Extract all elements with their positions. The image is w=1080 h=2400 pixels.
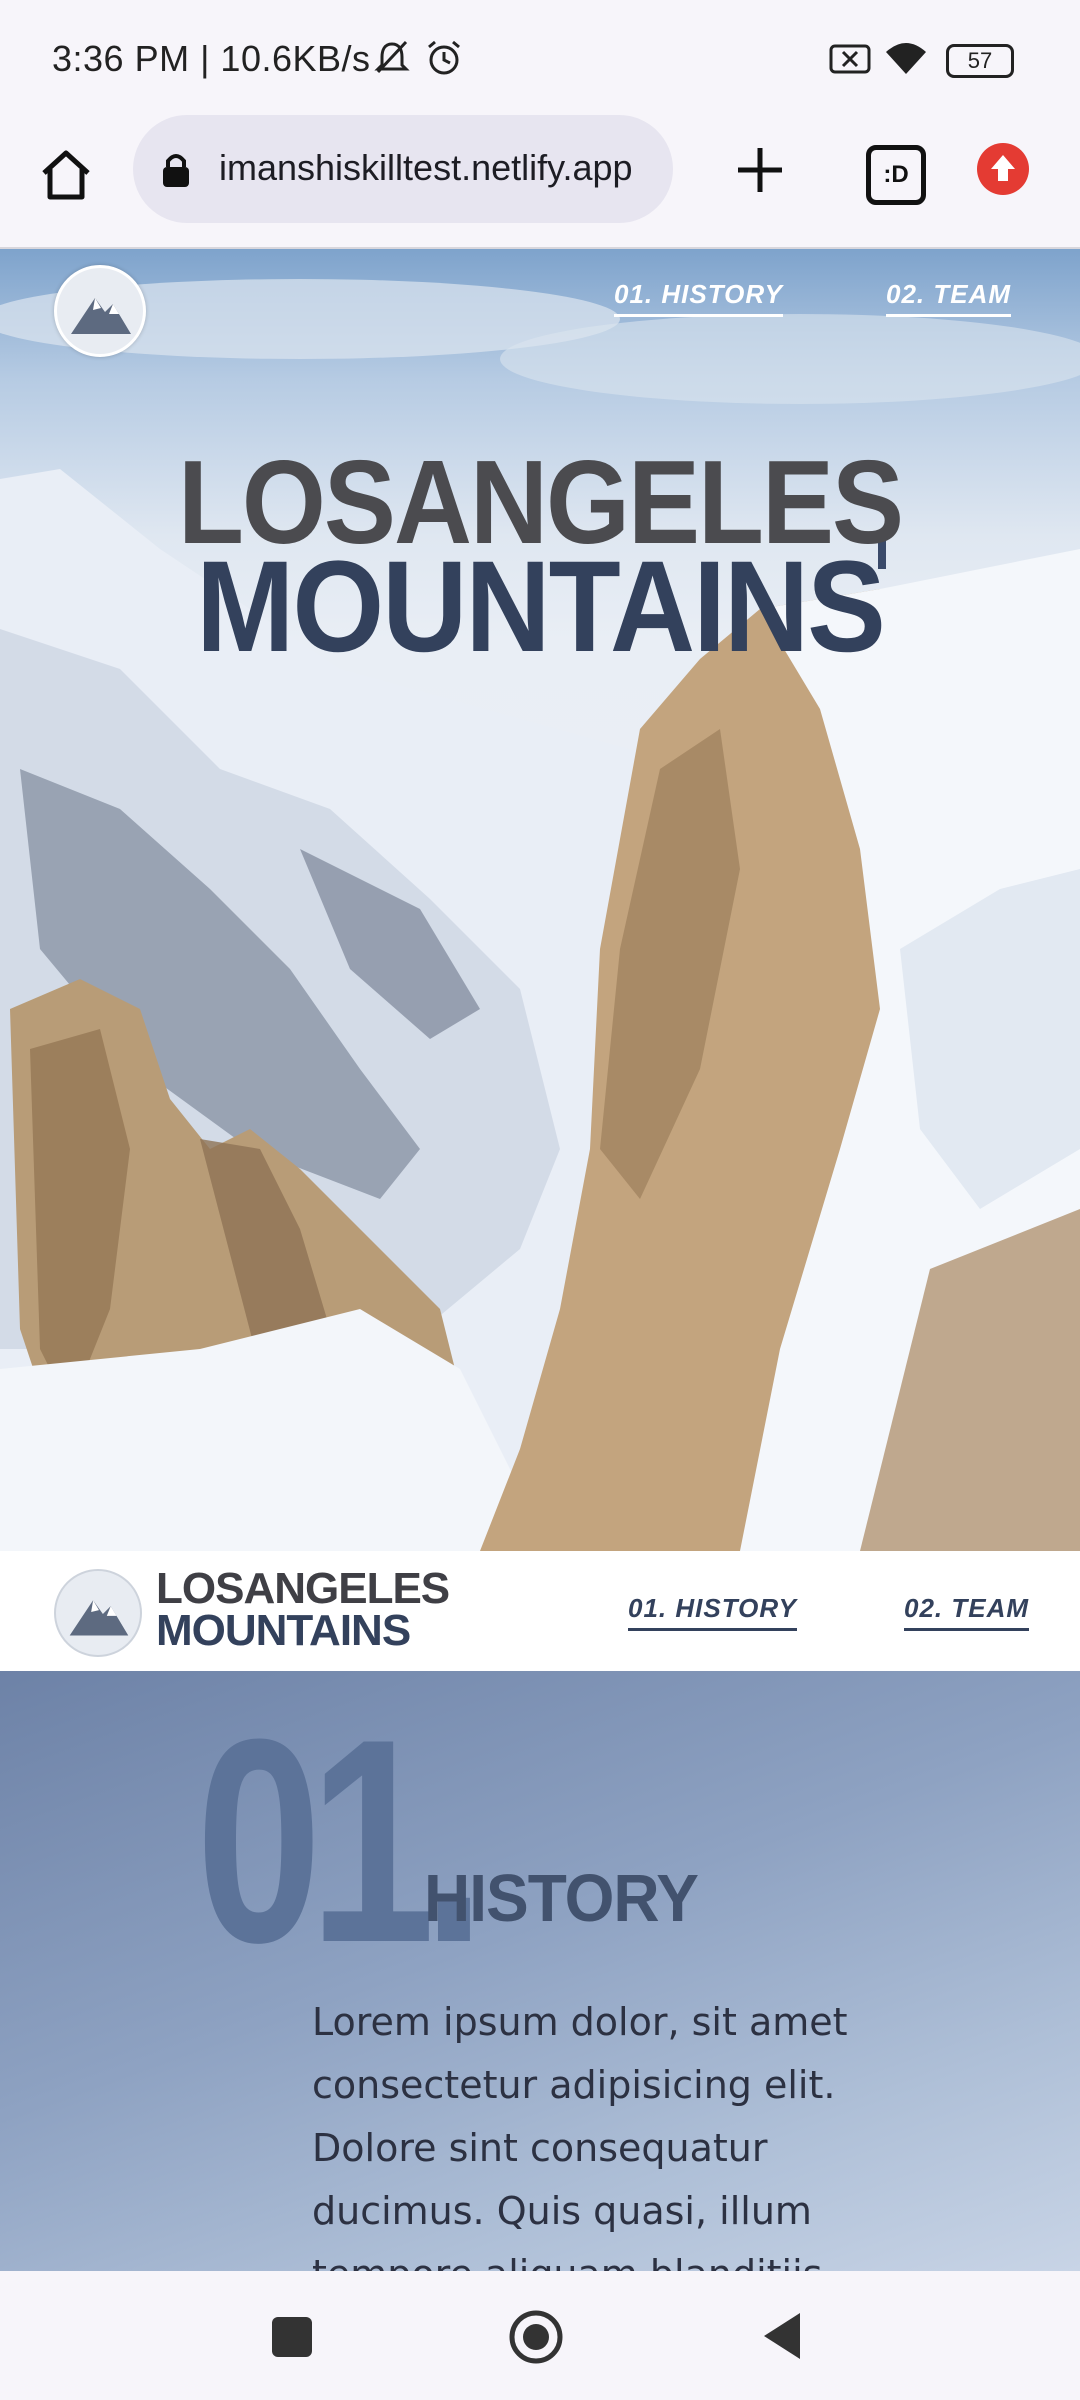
address-bar[interactable]: imanshiskilltest.netlify.app xyxy=(133,115,673,223)
update-icon[interactable] xyxy=(977,143,1029,195)
tabs-icon-label: :D xyxy=(883,161,909,188)
recents-icon[interactable] xyxy=(270,2315,314,2359)
battery-icon: 57 xyxy=(946,44,1014,78)
data-off-icon xyxy=(829,44,871,74)
status-time: 3:36 PM | 10.6KB/s xyxy=(52,38,371,79)
hero-nav-team[interactable]: 02. TEAM xyxy=(886,279,1012,317)
lock-icon xyxy=(163,154,189,187)
history-section: 01. HISTORY Lorem ipsum dolor, sit amet … xyxy=(0,1671,1080,2271)
site-logo[interactable] xyxy=(54,265,146,357)
nav-logo[interactable] xyxy=(54,1569,142,1657)
battery-level: 57 xyxy=(967,48,993,73)
alarm-icon xyxy=(428,40,460,75)
back-icon[interactable] xyxy=(760,2311,804,2361)
home-icon[interactable] xyxy=(36,145,96,205)
nav-link-history[interactable]: 01. HISTORY xyxy=(628,1593,797,1631)
site-header: LOSANGELES MOUNTAINS 01. HISTORY 02. TEA… xyxy=(0,1551,1080,1671)
mountain-logo-icon xyxy=(69,1600,129,1636)
brand-line2: MOUNTAINS xyxy=(156,1606,411,1655)
wifi-icon xyxy=(886,43,926,74)
section-body: Lorem ipsum dolor, sit amet consectetur … xyxy=(312,2000,848,2271)
mountain-logo-icon xyxy=(71,298,131,334)
url-text: imanshiskilltest.netlify.app xyxy=(219,147,633,188)
plus-icon[interactable] xyxy=(730,140,790,200)
nav-link-team[interactable]: 02. TEAM xyxy=(904,1593,1030,1631)
arrow-up-icon xyxy=(991,155,1015,181)
section-title: HISTORY xyxy=(424,1860,699,1936)
hero-title-line2: MOUNTAINS xyxy=(196,534,886,680)
hero-nav-history[interactable]: 01. HISTORY xyxy=(614,279,783,317)
brand-line1: LOSANGELES xyxy=(156,1564,450,1613)
tabs-button[interactable]: :D xyxy=(866,145,926,205)
status-bar: 3:36 PM | 10.6KB/s 57 xyxy=(0,0,1080,115)
mute-icon xyxy=(374,40,410,74)
hero-section: 01. HISTORY 02. TEAM LOSANGELES MOUNTAIN… xyxy=(0,249,1080,1551)
home-nav-icon[interactable] xyxy=(508,2309,564,2365)
system-navigation-bar xyxy=(0,2271,1080,2400)
browser-toolbar: imanshiskilltest.netlify.app :D xyxy=(0,115,1080,249)
